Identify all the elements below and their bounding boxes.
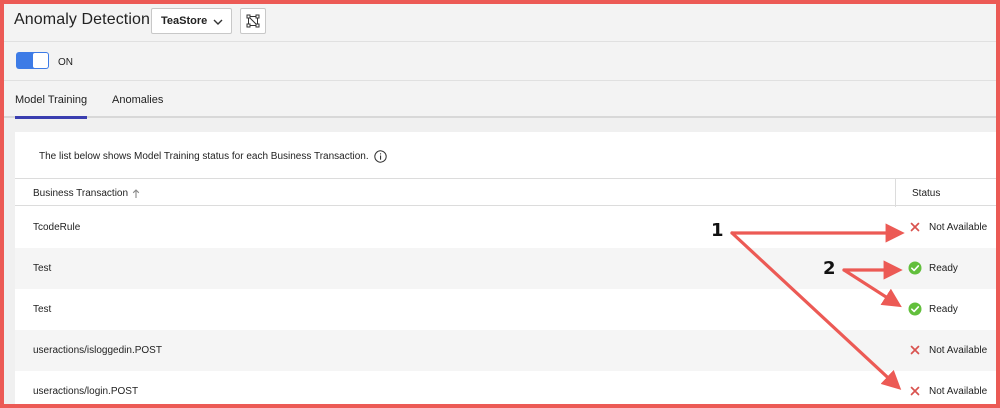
status-cell: Ready [908,260,958,276]
close-icon [910,222,920,232]
status-label: Not Available [929,221,988,233]
check-circle-icon [908,302,922,316]
business-transaction-name: Test [33,304,52,315]
column-header-status[interactable]: Status [912,188,940,199]
status-label: Ready [929,303,958,315]
topology-button[interactable] [240,8,266,34]
info-message: The list below shows Model Training stat… [39,150,387,163]
toggle-knob [33,53,48,68]
page-title: Anomaly Detection [14,11,150,28]
close-icon [910,345,920,355]
close-icon [910,386,920,396]
check-circle-icon [908,261,922,275]
column-header-label: Business Transaction [33,188,129,199]
table-row[interactable]: Test Ready [15,289,996,330]
business-transaction-name: useractions/login.POST [33,386,139,397]
status-cell: Ready [908,301,958,317]
application-select-value: TeaStore [161,15,208,27]
info-icon[interactable] [373,150,387,163]
table-row[interactable]: TcodeRule Not Available [15,207,996,248]
annotation-callout-1: 1 [711,220,724,241]
chevron-down-icon [213,19,223,25]
table-row[interactable]: Test Ready [15,248,996,289]
business-transaction-name: useractions/isloggedin.POST [33,345,162,356]
application-select[interactable]: TeaStore [151,8,232,34]
column-header-business-transaction[interactable]: Business Transaction [33,188,140,199]
status-label: Not Available [929,385,988,397]
table-row[interactable]: useractions/isloggedin.POST Not Available [15,330,996,371]
status-cell: Not Available [908,383,987,399]
tab-anomalies[interactable]: Anomalies [112,94,163,106]
status-label: Not Available [929,344,988,356]
sort-up-icon [132,188,140,198]
table-row[interactable]: useractions/login.POST Not Available [15,371,996,404]
detection-toggle[interactable] [16,52,49,69]
tab-bar: Model Training Anomalies [4,81,996,119]
tab-model-training[interactable]: Model Training [15,94,87,106]
screenshot-frame: Anomaly Detection TeaStore ON Model Trai… [0,0,1000,408]
business-transaction-name: Test [33,263,52,274]
status-cell: Not Available [908,219,987,235]
header-bar: Anomaly Detection TeaStore [4,4,996,42]
detection-toggle-row: ON [4,42,996,81]
active-tab-indicator [15,116,87,119]
annotation-callout-2: 2 [823,258,836,279]
toggle-state-label: ON [58,57,73,68]
table-header: Business Transaction Status [15,178,996,207]
topology-icon [246,14,260,28]
status-label: Ready [929,262,958,274]
business-transaction-name: TcodeRule [33,222,81,233]
column-divider [895,179,896,207]
status-cell: Not Available [908,342,987,358]
model-training-panel: The list below shows Model Training stat… [15,132,996,404]
info-text: The list below shows Model Training stat… [39,151,369,162]
